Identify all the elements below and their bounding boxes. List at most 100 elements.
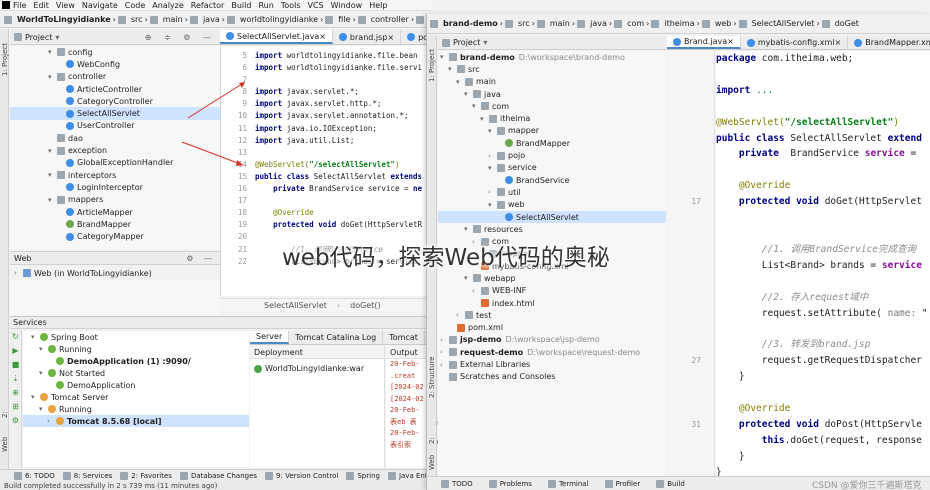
code-line [716,385,930,401]
line-number [667,51,715,67]
tree-item[interactable]: ▾ com [438,100,666,112]
tree-item-label: mapper [508,126,540,136]
tree-item[interactable]: BrandService [438,174,666,186]
line-number [667,306,715,322]
tab[interactable]: BrandMapper.xml × [848,36,930,49]
tree-item[interactable]: ▾ webapp [438,272,666,284]
code-line: public class SelectAllServlet extend [716,131,930,147]
tree-item[interactable]: › util [438,186,666,198]
expanded-arrow-icon[interactable]: ▾ [440,53,449,61]
breadcrumb-item[interactable]: doGet [835,19,859,28]
project-dropdown-icon[interactable]: ▾ [483,38,487,47]
tree-item[interactable]: ▾ brand-demo D:\workspace\brand-demo [438,51,666,63]
code-text: protected void doGet(HttpServlet [738,196,922,208]
tree-item[interactable]: ▾ java [438,88,666,100]
breadcrumb-folder-icon [701,19,710,28]
tool-window-icon [488,479,497,488]
tab[interactable]: Brand.java × [667,36,741,49]
folder-icon [449,360,457,369]
collapsed-arrow-icon[interactable]: › [488,188,497,196]
breadcrumb-item[interactable]: src [518,19,530,28]
breadcrumb-item[interactable]: web [715,19,732,28]
breadcrumb-item[interactable]: com [627,19,644,28]
expanded-arrow-icon[interactable]: ▾ [488,201,497,209]
tree-item[interactable]: › test [438,309,666,321]
code-text: this.doGet(request, response [761,434,922,446]
tree-item[interactable]: › pojo [438,149,666,161]
collapsed-arrow-icon[interactable]: › [440,336,449,344]
structure-strip-label[interactable]: 2: Structure [428,354,436,398]
expanded-arrow-icon[interactable]: ▾ [456,78,465,86]
tree-item[interactable]: › External Libraries [438,358,666,370]
bottom-tab[interactable]: TODO [441,479,473,488]
code-line: @Override [716,178,930,194]
tree-item[interactable]: Scratches and Consoles [438,371,666,383]
project-strip-label[interactable]: 1: Project [428,42,436,82]
line-number [667,210,715,226]
tree-item-label: webapp [484,273,516,283]
expanded-arrow-icon[interactable]: ▾ [480,115,489,123]
breadcrumb-item[interactable]: main [550,19,570,28]
expanded-arrow-icon[interactable]: ▾ [464,90,473,98]
expanded-arrow-icon[interactable]: ▾ [464,225,473,233]
code-text: @Override [738,180,791,192]
line-number [667,178,715,194]
bottom-tab[interactable]: Profiler [604,479,640,488]
tree-item-label: src [468,64,480,74]
collapsed-arrow-icon[interactable]: › [456,311,465,319]
expanded-arrow-icon[interactable]: ▾ [488,127,497,135]
project-label[interactable]: Project [453,38,480,47]
breadcrumb-item[interactable]: itheima [664,19,694,28]
breadcrumb-item[interactable]: brand-demo [443,19,498,28]
code-text: List<Brand> brands = service [716,259,922,271]
breadcrumb-item[interactable]: SelectAllServlet [752,19,815,28]
code-area[interactable]: package com.itheima.web; import ... @Web… [716,51,930,476]
close-icon[interactable]: × [835,38,842,47]
editor-tab-list: Brand.java × mybatis-config.xml × BrandMap… [667,36,930,49]
code-line: @WebServlet("/selectAllServlet") [716,115,930,131]
expanded-arrow-icon[interactable]: ▾ [488,164,497,172]
web-strip-label[interactable]: Web [428,450,436,470]
tree-item[interactable]: › request-demo D:\workspace\request-demo [438,346,666,358]
expanded-arrow-icon[interactable]: ▾ [464,274,473,282]
tree-item[interactable]: › jsp-demo D:\workspace\jsp-demo [438,334,666,346]
tree-item[interactable]: ▾ web [438,199,666,211]
bottom-tab[interactable]: Terminal [547,479,589,488]
tree-item[interactable]: ▾ itheima [438,112,666,124]
annotation-arrow-1 [187,81,246,119]
article-title-overlay: web代码，探索Web代码的奥秘 [282,245,610,271]
tab-label: Brand.java [684,37,728,46]
tree-item[interactable]: index.html [438,297,666,309]
tree-item-label: main [476,77,496,87]
close-icon[interactable]: × [727,37,734,46]
code-text: //3. 转发到brand.jsp [761,339,871,351]
file-icon [746,38,755,47]
bottom-tab[interactable]: Problems [488,479,532,488]
tab-label: mybatis-config.xml [757,38,835,47]
collapsed-arrow-icon[interactable]: › [440,361,449,369]
tree-item-label: com [492,101,510,111]
tab[interactable]: mybatis-config.xml × [741,36,849,49]
java-class-icon [505,176,513,185]
tree-item[interactable]: › WEB-INF [438,285,666,297]
code-line: //2. 存入request域中 [716,290,930,306]
tree-item[interactable]: pom.xml [438,322,666,334]
tree-item[interactable]: ▾ service [438,162,666,174]
tree-item[interactable]: ▾ resources [438,223,666,235]
tree-item[interactable]: ▾ mapper [438,125,666,137]
collapsed-arrow-icon[interactable]: › [472,287,481,295]
tree-item-label: SelectAllServlet [516,212,579,222]
collapsed-arrow-icon[interactable]: › [440,348,449,356]
collapsed-arrow-icon[interactable]: › [488,152,497,160]
folder-icon [449,348,457,357]
breadcrumb-item[interactable]: java [590,19,607,28]
expanded-arrow-icon[interactable]: ▾ [448,65,457,73]
expanded-arrow-icon[interactable]: ▾ [472,102,481,110]
tree-item[interactable]: SelectAllServlet [438,210,666,224]
line-number [667,321,715,337]
bottom-tab[interactable]: Build [656,479,685,488]
tree-item[interactable]: ▾ main [438,76,666,88]
tree-item[interactable]: BrandMapper [438,137,666,149]
tree-item[interactable]: ▾ src [438,63,666,75]
folder-icon [489,114,497,123]
